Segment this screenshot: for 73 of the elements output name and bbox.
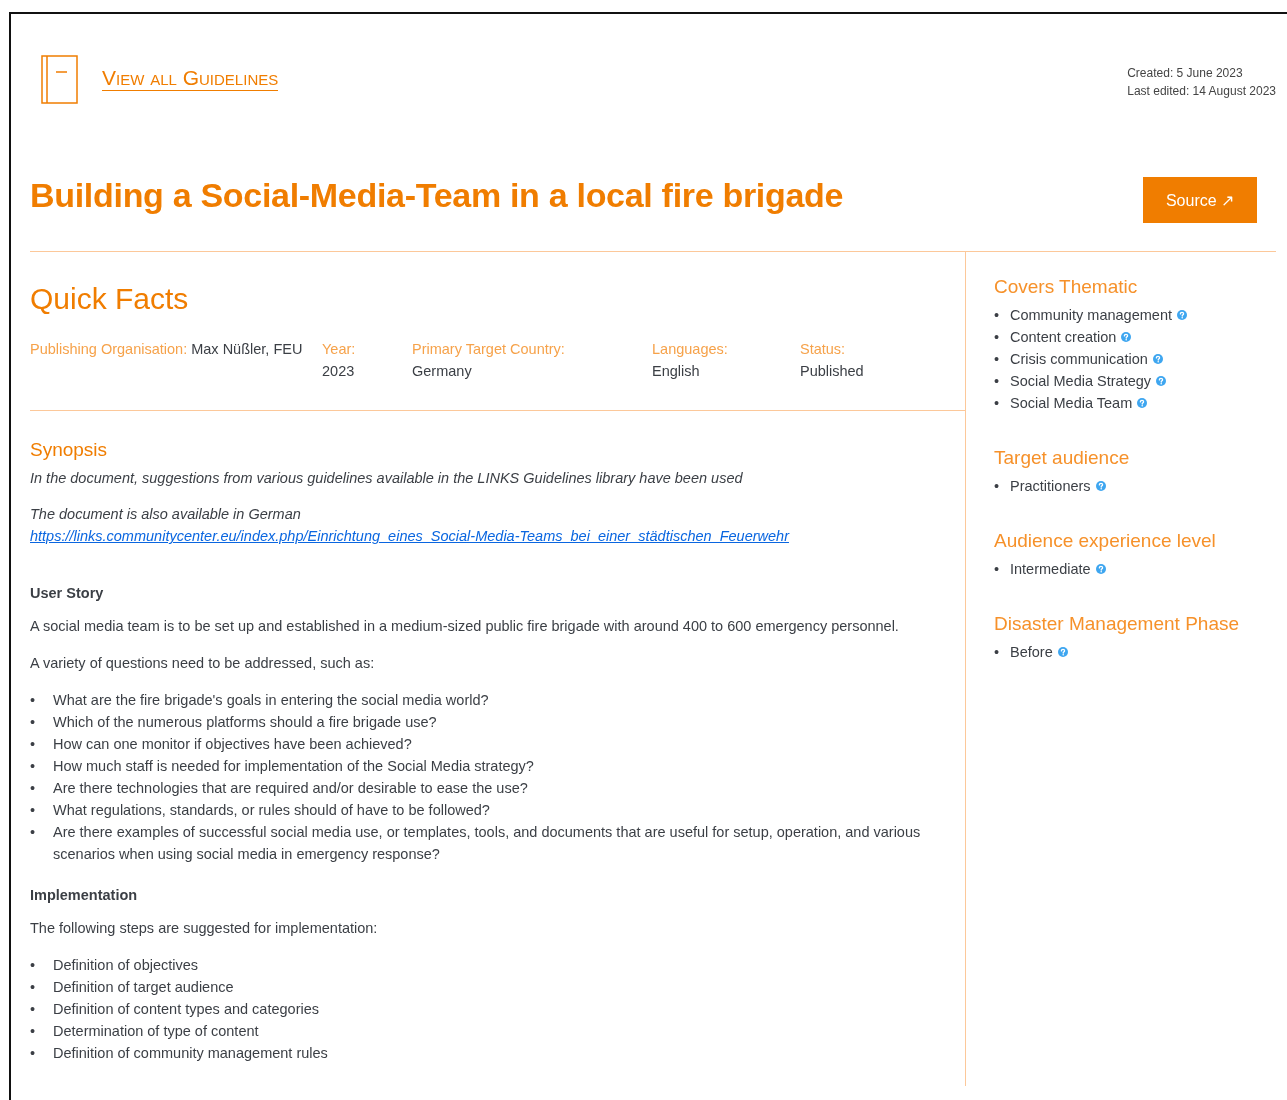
list-item: Definition of target audience: [53, 978, 234, 997]
help-icon: [1095, 564, 1106, 574]
fact-text: Year: 2023: [322, 340, 357, 381]
document-link[interactable]: https://links.communitycenter.eu/index.php/Einrichtung_eines_Social-Media-Teams_bei_einer_städtischen_Feuerwehr: [30, 525, 860, 547]
help-icon: [1057, 647, 1068, 657]
subheading: User Story: [30, 585, 105, 601]
tag-label: Community management: [1010, 306, 1172, 325]
bullet: •: [30, 735, 37, 754]
bullet: •: [30, 956, 37, 975]
bullet: •: [30, 801, 37, 820]
synopsis-text: The document is also available in German https://links.communitycenter.eu/index.php/Einrichtung_eines_Social-Media-Teams_bei_einer_städtischen_Feuerwehr: [30, 503, 965, 547]
sidebar-heading: Covers Thematic: [994, 276, 1139, 298]
subheading: Implementation: [30, 887, 139, 903]
tag-label: Before: [1010, 643, 1053, 662]
bullet: •: [30, 823, 37, 842]
list-item: How much staff is needed for implementation of the Social Media strategy?: [53, 757, 534, 776]
bullet: •: [994, 350, 1001, 369]
list-item: Definition of content types and categories: [53, 1000, 319, 1019]
bullet: •: [30, 1044, 37, 1063]
tag-label: Social Media Strategy: [1010, 372, 1152, 391]
synopsis-text: In the document, suggestions from various guidelines available in the LINKS Guidelines library have been used: [30, 469, 744, 488]
help-icon: [1121, 332, 1132, 342]
help-icon: [1156, 376, 1167, 386]
list-item: What are the fire brigade's goals in entering the social media world?: [53, 691, 489, 710]
fact-text: Status: Published: [800, 340, 865, 381]
bullet: •: [30, 978, 37, 997]
source-button[interactable]: Source ↗: [1143, 177, 1257, 223]
bullet: •: [994, 394, 1001, 413]
bullet: •: [994, 372, 1001, 391]
list-item: What regulations, standards, or rules should of have to be followed?: [53, 801, 490, 820]
bullet: •: [30, 713, 37, 732]
paragraph: A variety of questions need to be addressed, such as:: [30, 654, 376, 673]
tag-label: Content creation: [1010, 328, 1117, 347]
page-title: Building a Social-Media-Team in a local fire brigade: [30, 175, 844, 215]
created-date: Created: 5 June 2023: [1127, 65, 1244, 82]
list-item: How can one monitor if objectives have been achieved?: [53, 735, 412, 754]
tag-label: Practitioners: [1010, 477, 1091, 496]
bullet: •: [30, 757, 37, 776]
help-icon: [1177, 310, 1187, 320]
bullet: •: [994, 328, 1001, 347]
list-item: Are there technologies that are required and/or desirable to ease the use?: [53, 779, 528, 798]
help-icon: [1152, 354, 1163, 364]
help-icon: [1137, 398, 1148, 408]
fact-text: Languages: English: [652, 340, 729, 381]
list-item: Are there examples of successful social media use, or templates, tools, and documents that are useful for setup, operation, and various scenarios when using social media in emergency response?: [53, 823, 922, 864]
bullet: •: [30, 1022, 37, 1041]
paragraph: The following steps are suggested for implementation:: [30, 919, 379, 938]
section-heading: Quick Facts: [30, 282, 190, 316]
section-heading: Synopsis: [30, 439, 109, 461]
fact-text: Publishing Organisation: Max Nüßler, FEU: [30, 340, 304, 359]
list-item: Definition of community management rules: [53, 1044, 328, 1063]
bullet: •: [994, 477, 1001, 496]
tag-label: Social Media Team: [1010, 394, 1133, 413]
bullet: •: [30, 1000, 37, 1019]
bullet: •: [30, 691, 37, 710]
list-item: Which of the numerous platforms should a fire brigade use?: [53, 713, 437, 732]
help-icon: [1095, 481, 1106, 491]
bullet: •: [994, 560, 1001, 579]
sidebar-heading: Audience experience level: [994, 530, 1217, 552]
list-item: Definition of objectives: [53, 956, 199, 975]
view-all-guidelines-link[interactable]: View all Guidelines: [102, 66, 279, 91]
tag-label: Crisis communication: [1010, 350, 1148, 369]
sidebar-heading: Disaster Management Phase: [994, 613, 1240, 635]
bullet: •: [30, 779, 37, 798]
sidebar-heading: Target audience: [994, 447, 1131, 469]
tag-label: Intermediate: [1010, 560, 1091, 579]
book-icon: [41, 55, 78, 105]
list-item: Determination of type of content: [53, 1022, 259, 1041]
fact-text: Primary Target Country: Germany: [412, 340, 566, 381]
paragraph: A social media team is to be set up and established in a medium-sized public fire brigade with around 400 to 600 emergency personnel.: [30, 617, 900, 636]
bullet: •: [994, 306, 1001, 325]
last-edited-date: Last edited: 14 August 2023: [1127, 83, 1276, 100]
bullet: •: [994, 643, 1001, 662]
